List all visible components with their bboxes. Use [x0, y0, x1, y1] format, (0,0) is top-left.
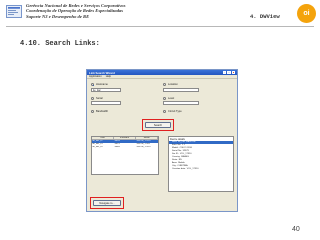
oi-logo-icon: oi: [297, 4, 316, 23]
window-title: Link Search Wizard: [89, 70, 115, 75]
radio-hostname[interactable]: [91, 83, 94, 86]
menu-bar: Application Help: [87, 75, 237, 79]
minimize-icon[interactable]: [222, 70, 226, 75]
radio-bandwidth-label: Bandwidth: [96, 110, 109, 113]
column-header[interactable]: Serial: [136, 137, 158, 140]
radio-serial-label: Serial: [96, 97, 103, 100]
location-input[interactable]: [163, 88, 199, 92]
header-line: Suporte N3 e Desempenho de RE: [26, 13, 90, 19]
radio-circuit-type-label: Circuit Type: [168, 110, 182, 113]
results-table: Host Interface Serial ite_riac_c2 Se1/0 …: [91, 136, 159, 175]
serial-input[interactable]: [91, 101, 121, 105]
company-logo-icon: [6, 5, 22, 18]
radio-level-label: Level: [168, 97, 175, 100]
detail-key: Creation date:: [172, 167, 186, 170]
device-details-panel: Device details Host: ite_riac WAN Link If…: [168, 136, 234, 192]
slide-title: 4.10. Search Links:: [20, 40, 100, 48]
table-cell: SW OB_17510: [136, 146, 151, 149]
table-cell: Se0/0: [114, 146, 120, 149]
hostname-input[interactable]: ite_riac: [91, 88, 121, 92]
search-highlight-box: [142, 119, 174, 131]
column-header[interactable]: Interface: [114, 137, 136, 140]
radio-location[interactable]: [163, 83, 166, 86]
detail-value: BRASIL: [181, 155, 190, 158]
table-row[interactable]: ite_riac_c4 Se0/0 SW OB_17510: [92, 146, 158, 149]
menu-help[interactable]: Help: [106, 75, 111, 78]
level-input[interactable]: [163, 101, 199, 105]
menu-application[interactable]: Application: [89, 75, 102, 78]
navigate-highlight-box: [90, 197, 124, 209]
radio-level[interactable]: [163, 97, 166, 100]
close-icon[interactable]: [231, 70, 235, 75]
radio-hostname-label: Hostname: [96, 83, 108, 86]
page-number: 40: [292, 226, 300, 233]
header-divider: [6, 26, 314, 27]
radio-serial[interactable]: [91, 97, 94, 100]
radio-circuit-type[interactable]: [163, 110, 166, 113]
table-cell: ite_riac_c4: [92, 146, 103, 149]
section-label: 4. DWView: [250, 13, 280, 20]
detail-value: VOL_17310: [186, 167, 199, 170]
maximize-icon[interactable]: [227, 70, 231, 75]
column-header[interactable]: Host: [92, 137, 114, 140]
detail-row[interactable]: Creation date: VOL_17310: [169, 168, 233, 171]
radio-bandwidth[interactable]: [91, 110, 94, 113]
radio-location-label: Location: [168, 83, 178, 86]
header-lines: Gerência Nacional de Redes e Serviços Co…: [26, 3, 226, 19]
link-search-window: Link Search Wizard Application Help Host…: [86, 69, 238, 212]
